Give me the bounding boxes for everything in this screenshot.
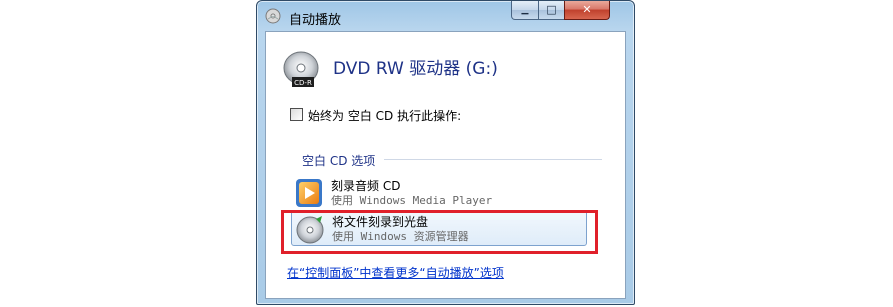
window-title: 自动播放 <box>289 13 342 28</box>
option-burn-audio-cd[interactable]: 刻录音频 CD 使用 Windows Media Player <box>291 175 587 211</box>
autoplay-window: 自动播放 ▁ □ ✕ CD-R DVD RW 驱动器 (G:) 始终为 空白 C… <box>256 0 635 305</box>
always-do-label: 始终为 空白 CD 执行此操作: <box>308 109 462 123</box>
maximize-button[interactable]: □ <box>538 1 565 20</box>
maximize-icon: □ <box>546 3 557 16</box>
autoplay-icon <box>265 8 281 24</box>
always-do-checkbox[interactable] <box>290 108 303 121</box>
minimize-button[interactable]: ▁ <box>511 1 539 20</box>
selection-highlight <box>281 210 598 254</box>
close-button[interactable]: ✕ <box>564 1 610 20</box>
disc-label: CD-R <box>294 79 312 87</box>
close-icon: ✕ <box>582 3 592 16</box>
media-player-icon <box>296 179 322 207</box>
cd-rw-disc-icon: CD-R <box>283 51 319 87</box>
title-bar[interactable]: 自动播放 ▁ □ ✕ <box>257 1 634 31</box>
group-header: 空白 CD 选项 <box>302 154 376 168</box>
option-subtitle: 使用 Windows Media Player <box>331 194 493 207</box>
minimize-icon: ▁ <box>521 5 529 15</box>
more-options-link[interactable]: 在“控制面板”中查看更多“自动播放”选项 <box>287 264 504 281</box>
drive-title: DVD RW 驱动器 (G:) <box>333 59 498 79</box>
dialog-content: CD-R DVD RW 驱动器 (G:) 始终为 空白 CD 执行此操作: 空白… <box>265 31 626 299</box>
group-divider <box>384 159 602 160</box>
